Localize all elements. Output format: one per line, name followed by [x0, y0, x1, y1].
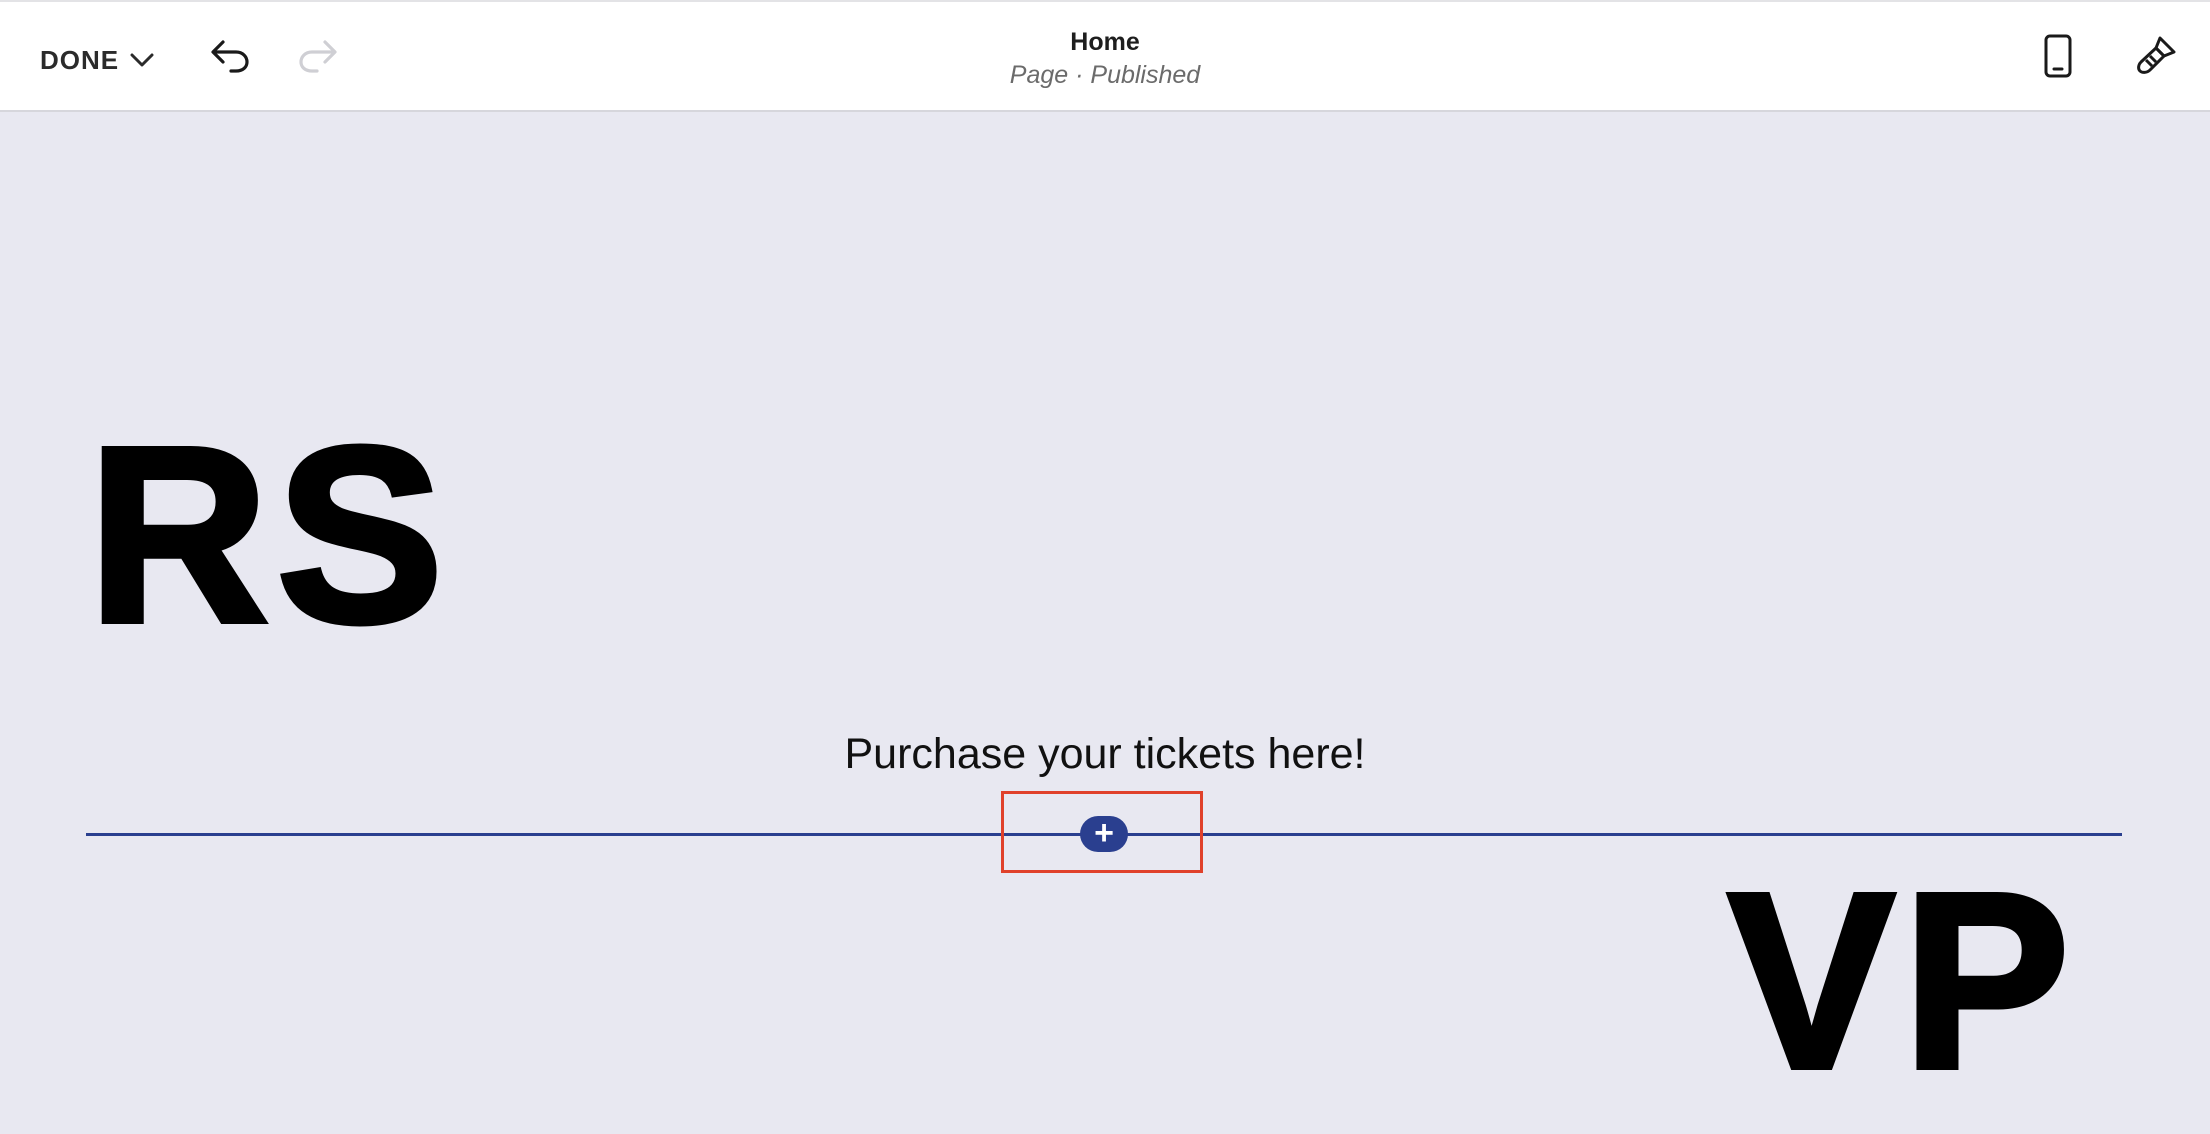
left-heading[interactable]: RS [85, 407, 451, 663]
design-button[interactable] [2128, 30, 2184, 86]
editor-page: DONE Home Page · Published RS Purchase y… [0, 0, 2210, 1134]
page-status: Page · Published [1009, 61, 1201, 89]
add-section-button[interactable]: + [1080, 816, 1128, 852]
page-title: Home [1070, 28, 1140, 56]
right-heading[interactable]: VP [1725, 853, 2078, 1109]
mobile-preview-button[interactable] [2030, 30, 2086, 86]
plus-icon: + [1094, 813, 1114, 852]
mobile-preview-icon [2043, 34, 2073, 83]
tagline-text[interactable]: Purchase your tickets here! [0, 730, 2210, 779]
paintbrush-icon [2134, 34, 2178, 83]
page-title-block: Home Page · Published [0, 26, 2210, 92]
editor-toolbar: DONE Home Page · Published [0, 0, 2210, 112]
